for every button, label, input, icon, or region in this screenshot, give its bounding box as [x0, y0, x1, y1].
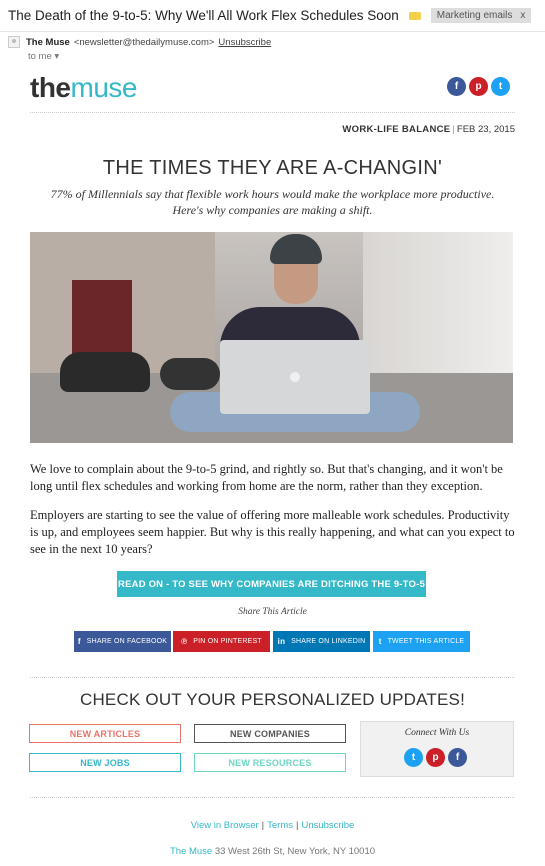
article-paragraph: We love to complain about the 9-to-5 gri… [30, 462, 503, 493]
sender-name[interactable]: The Muse [26, 37, 70, 48]
share-twitter-button[interactable]: t TWEET THIS ARTICLE [373, 631, 470, 652]
sender-row: The Muse <newsletter@thedailymuse.com> U… [8, 36, 271, 48]
logo-muse: muse [70, 72, 138, 103]
importance-marker-icon[interactable] [408, 11, 421, 20]
read-on-button[interactable]: READ ON - TO SEE WHY COMPANIES ARE DITCH… [117, 571, 426, 597]
article-date: FEB 23, 2015 [456, 124, 515, 135]
terms-link[interactable]: Terms [267, 820, 293, 831]
sender-avatar [8, 36, 20, 48]
social-links-top: f p t [447, 77, 510, 96]
facebook-icon[interactable]: f [448, 748, 467, 767]
article-paragraph: Employers are starting to see the value … [30, 508, 515, 556]
hero-scooter [60, 352, 150, 392]
pinterest-icon: ℗ [181, 637, 188, 646]
share-pinterest-label: PIN ON PINTEREST [193, 638, 262, 645]
new-articles-button[interactable]: NEW ARTICLES [29, 724, 181, 743]
twitter-icon[interactable]: t [491, 77, 510, 96]
footer-unsubscribe-link[interactable]: Unsubscribe [301, 820, 354, 831]
label-remove-button[interactable]: x [520, 10, 525, 21]
email-subject-bar: The Death of the 9-to-5: Why We'll All W… [0, 0, 545, 32]
connect-box: Connect With Us t p f [360, 721, 514, 777]
header-unsubscribe-link[interactable]: Unsubscribe [218, 37, 271, 48]
logo-the: the [30, 72, 71, 103]
divider [30, 112, 515, 113]
article-subhead: 77% of Millennials say that flexible wor… [50, 187, 495, 217]
twitter-icon: t [378, 637, 382, 646]
recipient-label: to me [28, 51, 52, 62]
updates-title: CHECK OUT YOUR PERSONALIZED UPDATES! [79, 690, 466, 709]
label-name: Marketing emails [436, 10, 513, 21]
footer-address-text: 33 West 26th St, New York, NY 10010 [214, 846, 376, 857]
footer-separator: | [261, 820, 265, 831]
connect-icons: t p f [404, 748, 467, 767]
hero-scooter [160, 358, 220, 390]
share-twitter-label: TWEET THIS ARTICLE [387, 638, 465, 645]
divider [30, 797, 515, 798]
article-headline: THE TIMES THEY ARE A-CHANGIN' [102, 157, 443, 179]
share-facebook-label: SHARE ON FACEBOOK [86, 638, 168, 645]
hero-building-right [363, 232, 513, 382]
hero-laptop-logo [290, 372, 300, 382]
recipient-details[interactable]: to me ▾ [28, 51, 59, 62]
footer-brand-link[interactable]: The Muse [170, 846, 212, 857]
article-category: WORK-LIFE BALANCE [342, 124, 451, 135]
hero-beanie [270, 234, 322, 264]
new-jobs-button[interactable]: NEW JOBS [29, 753, 181, 772]
sender-email: <newsletter@thedailymuse.com> [73, 36, 215, 48]
label-chip[interactable]: Marketing emails x [430, 8, 532, 23]
share-title: Share This Article [238, 607, 307, 617]
the-muse-logo[interactable]: themuse [30, 72, 137, 104]
pinterest-icon[interactable]: p [426, 748, 445, 767]
facebook-icon[interactable]: f [447, 77, 466, 96]
linkedin-icon: in [277, 637, 286, 646]
view-in-browser-link[interactable]: View in Browser [191, 820, 259, 831]
hero-image[interactable] [30, 232, 513, 443]
meta-separator: | [452, 124, 455, 135]
share-linkedin-button[interactable]: in SHARE ON LINKEDIN [273, 631, 370, 652]
share-linkedin-label: SHARE ON LINKEDIN [291, 638, 366, 645]
connect-title: Connect With Us [404, 728, 470, 738]
chevron-down-icon[interactable]: ▾ [54, 51, 59, 62]
divider [30, 677, 515, 678]
share-facebook-button[interactable]: f SHARE ON FACEBOOK [74, 631, 171, 652]
twitter-icon[interactable]: t [404, 748, 423, 767]
article-meta: WORK-LIFE BALANCE | FEB 23, 2015 [342, 124, 515, 135]
new-companies-button[interactable]: NEW COMPANIES [194, 724, 346, 743]
pinterest-icon[interactable]: p [469, 77, 488, 96]
email-subject: The Death of the 9-to-5: Why We'll All W… [8, 8, 399, 23]
footer-address: The Muse 33 West 26th St, New York, NY 1… [0, 846, 545, 857]
footer-links: View in Browser | Terms | Unsubscribe [0, 820, 545, 831]
footer-separator: | [296, 820, 299, 831]
new-resources-button[interactable]: NEW RESOURCES [194, 753, 346, 772]
facebook-icon: f [77, 637, 81, 646]
share-pinterest-button[interactable]: ℗ PIN ON PINTEREST [173, 631, 270, 652]
